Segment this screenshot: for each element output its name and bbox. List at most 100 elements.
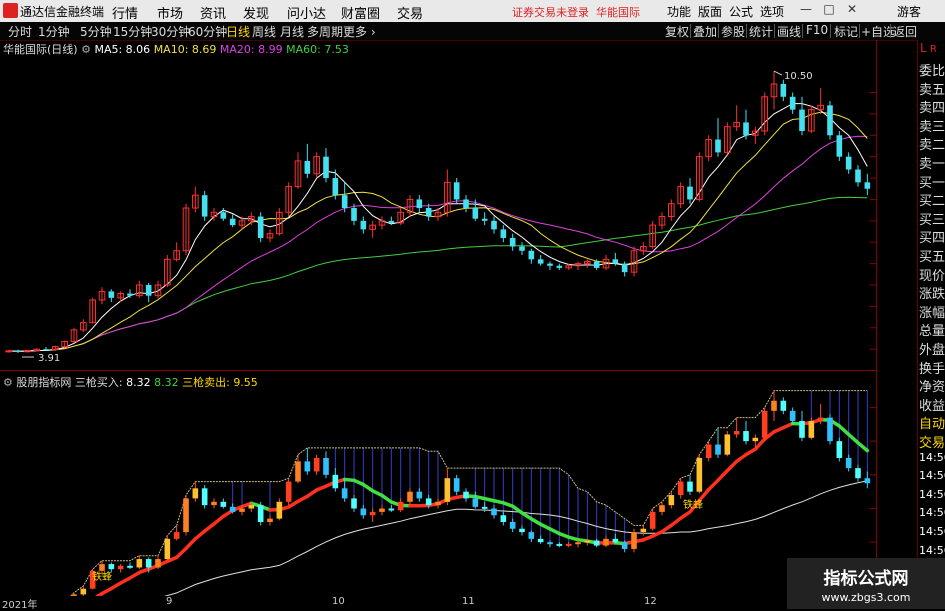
compare-button[interactable]: 参股: [721, 23, 745, 40]
trend-segment: [718, 471, 727, 481]
sidebar-item[interactable]: 14:56: [919, 488, 945, 506]
indicator-bar: [305, 461, 311, 471]
sidebar-item[interactable]: 卖一: [919, 153, 945, 171]
indicator-bar: [267, 519, 273, 522]
back-button[interactable]: 返回: [893, 23, 917, 40]
period-weekly[interactable]: 周线: [252, 23, 276, 40]
sidebar-item[interactable]: 买三: [919, 209, 945, 227]
options-button[interactable]: 选项: [760, 3, 784, 20]
candle-body: [43, 349, 49, 350]
sidebar-item[interactable]: 买一: [919, 172, 945, 190]
candle-body: [230, 219, 236, 225]
formula-button[interactable]: 公式: [729, 3, 753, 20]
indicator-bar: [743, 431, 749, 441]
indicator-bar: [230, 507, 236, 512]
period-15min[interactable]: 15分钟: [113, 23, 152, 40]
sidebar-item[interactable]: 交易: [919, 432, 945, 450]
indicator-bar: [855, 468, 861, 478]
period-1min[interactable]: 1分钟: [38, 23, 70, 40]
sidebar-item[interactable]: 收益: [919, 395, 945, 413]
candle-body: [426, 208, 432, 217]
candle-body: [258, 217, 264, 238]
menu-jiaoyi[interactable]: 交易: [397, 3, 423, 22]
period-more[interactable]: 更多 ›: [343, 23, 376, 40]
menu-wenxiaoda[interactable]: 问小达: [287, 3, 326, 22]
sidebar-item[interactable]: 14:56: [919, 469, 945, 487]
mark-button[interactable]: 标记: [834, 23, 858, 40]
f10-button[interactable]: F10: [806, 23, 828, 37]
menu-hangqing[interactable]: 行情: [112, 3, 138, 22]
stats-button[interactable]: 统计: [749, 23, 773, 40]
settings-icon[interactable]: ⚙: [81, 43, 91, 56]
separator: [859, 24, 860, 38]
indicator-legend: ⚙ 股朋指标网 三枪买入: 8.32 8.32 三枪卖出: 9.55: [3, 374, 258, 390]
user-label[interactable]: 游客: [897, 3, 921, 20]
sidebar-badge[interactable]: L R: [920, 41, 945, 59]
settings-icon[interactable]: ⚙: [3, 376, 13, 389]
sidebar-item[interactable]: 买五: [919, 246, 945, 264]
sidebar-item[interactable]: 14:56: [919, 506, 945, 524]
candle-body: [15, 351, 21, 352]
adjust-button[interactable]: 复权: [665, 23, 689, 40]
period-daily[interactable]: 日线: [226, 23, 250, 40]
sidebar-item[interactable]: 14:56: [919, 451, 945, 469]
sidebar-item[interactable]: 卖五: [919, 79, 945, 97]
period-60min[interactable]: 60分钟: [188, 23, 227, 40]
indicator-bar: [389, 509, 395, 511]
sidebar-item[interactable]: 现价: [919, 265, 945, 283]
sidebar-item[interactable]: 总量: [919, 320, 945, 338]
indicator-bar: [473, 498, 479, 506]
layout-button[interactable]: 版面: [698, 3, 722, 20]
indicator-bar: [715, 445, 721, 455]
sidebar-item[interactable]: 买二: [919, 190, 945, 208]
sidebar-item[interactable]: 外盘: [919, 339, 945, 357]
menu-faxian[interactable]: 发现: [243, 3, 269, 22]
period-monthly[interactable]: 月线: [280, 23, 304, 40]
indicator-bar: [435, 502, 441, 505]
candle-body: [389, 221, 395, 223]
function-button[interactable]: 功能: [667, 3, 691, 20]
candlestick-chart[interactable]: 10.009.509.008.508.007.507.006.506.005.5…: [0, 40, 876, 370]
indicator-bar: [239, 509, 245, 512]
indicator-bar: [258, 505, 264, 522]
sidebar-item[interactable]: 换手: [919, 358, 945, 376]
candle-body: [417, 199, 423, 208]
close-icon[interactable]: ✕: [841, 2, 863, 18]
overlay-button[interactable]: 叠加: [693, 23, 717, 40]
indicator-chart[interactable]: 10.009.008.007.006.005.00铁蜂铁蜂: [0, 372, 876, 596]
watermark-url: www.zbgs3.com: [787, 591, 945, 604]
sidebar-item[interactable]: 卖三: [919, 116, 945, 134]
sidebar-item[interactable]: 涨跌: [919, 283, 945, 301]
sidebar-item[interactable]: 卖四: [919, 97, 945, 115]
maximize-icon[interactable]: □: [818, 2, 840, 18]
sidebar-item[interactable]: 卖二: [919, 134, 945, 152]
sidebar-item[interactable]: 委比: [919, 60, 945, 78]
menu-caifuquan[interactable]: 财富圈: [341, 3, 380, 22]
period-5min[interactable]: 5分钟: [80, 23, 112, 40]
indicator-bar: [202, 488, 208, 505]
candle-body: [865, 182, 871, 188]
sidebar-item[interactable]: 14:56: [919, 525, 945, 543]
menu-shichang[interactable]: 市场: [157, 3, 183, 22]
indicator-bar: [99, 564, 105, 571]
candle-body: [342, 195, 348, 208]
sidebar-item[interactable]: 净资: [919, 376, 945, 394]
sidebar-item[interactable]: 买四: [919, 227, 945, 245]
candle-body: [333, 178, 339, 195]
period-multi[interactable]: 多周期: [307, 23, 343, 40]
indicator-chart-pane[interactable]: 10.009.008.007.006.005.00铁蜂铁蜂 ⚙ 股朋指标网 三枪…: [0, 372, 876, 596]
indicator-bar: [417, 492, 423, 499]
annotation-label: 铁蜂: [683, 498, 703, 511]
menu-zixun[interactable]: 资讯: [200, 3, 226, 22]
candle-body: [538, 259, 544, 263]
sidebar-item[interactable]: 自动: [919, 413, 945, 431]
candle-body: [613, 259, 619, 263]
chart-title: 华能国际(日线): [3, 43, 78, 56]
indicator-bar: [697, 458, 703, 492]
sidebar-item[interactable]: 涨幅: [919, 302, 945, 320]
draw-line-button[interactable]: 画线: [777, 23, 801, 40]
minimize-icon[interactable]: —: [795, 2, 817, 18]
period-30min[interactable]: 30分钟: [151, 23, 190, 40]
main-chart-pane[interactable]: 10.009.509.008.508.007.507.006.506.005.5…: [0, 40, 876, 371]
period-fenshi[interactable]: 分时: [8, 23, 32, 40]
